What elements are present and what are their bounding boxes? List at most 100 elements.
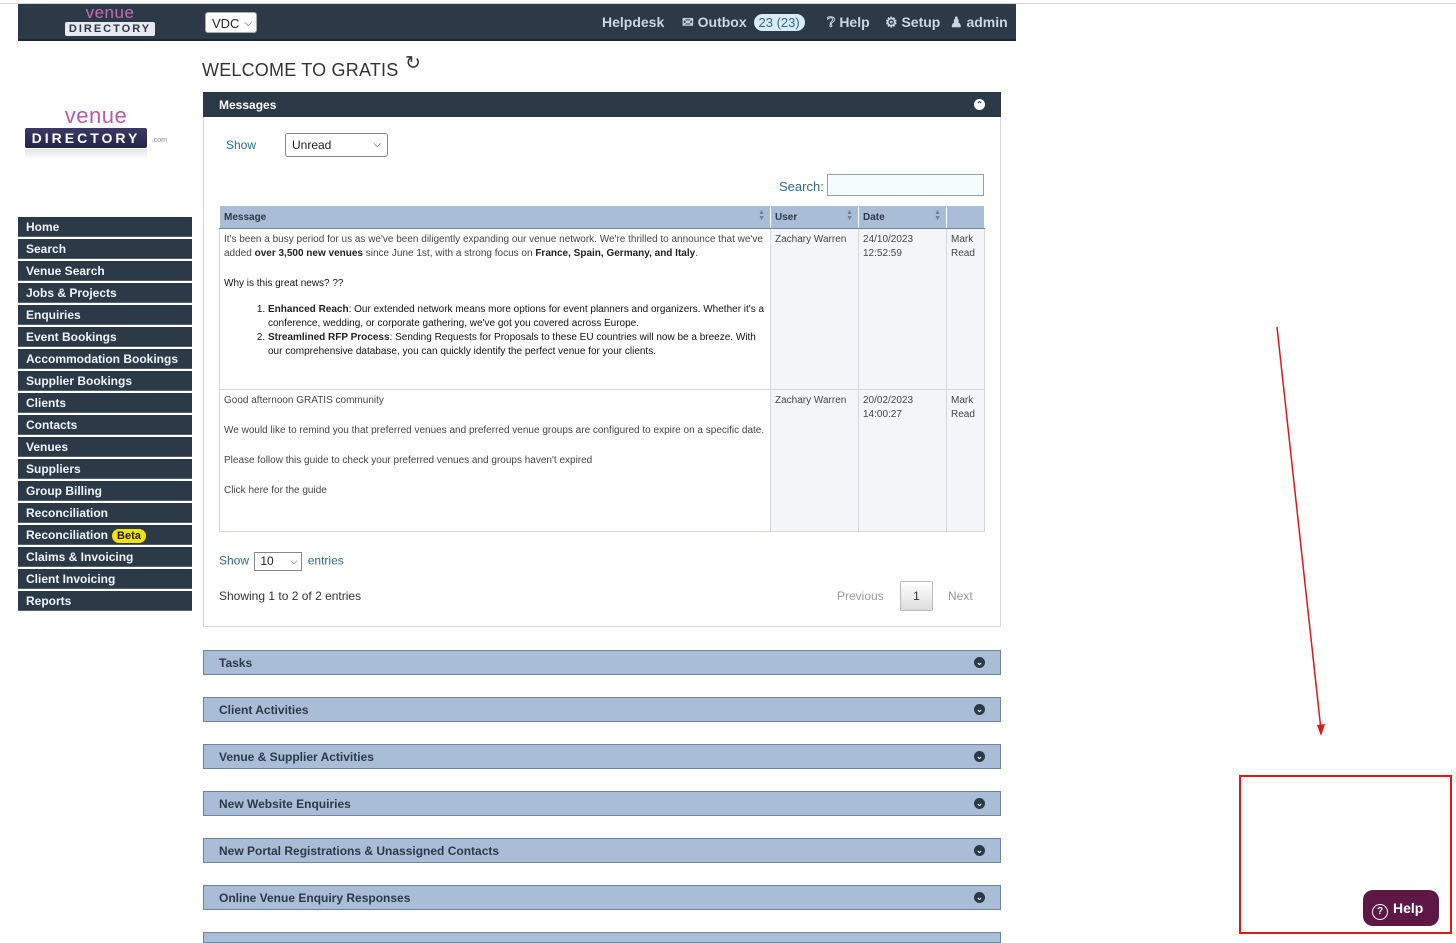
mark-read-link[interactable]: Mark Read (946, 389, 985, 532)
sidebar-item-clients[interactable]: Clients (18, 393, 192, 413)
helpdesk-link[interactable]: Helpdesk (602, 4, 664, 39)
account-select-value: VDC (212, 16, 240, 31)
outbox-count-badge: 23 (23) (753, 14, 805, 31)
list-item-title: Enhanced Reach (268, 304, 349, 315)
site-logo[interactable]: venue DIRECTORY .com (25, 105, 167, 159)
site-logo-reflection (25, 149, 147, 159)
sidebar-item-supplier-bookings[interactable]: Supplier Bookings (18, 371, 192, 391)
account-select[interactable]: VDC ⌵ (205, 12, 257, 33)
column-header-message[interactable]: Message ▲ ▼ (219, 205, 771, 229)
table-search-input[interactable] (827, 174, 984, 196)
sidebar-item-search[interactable]: Search (18, 239, 192, 259)
table-row: It's been a busy period for us as we've … (219, 228, 985, 390)
new-portal-registrations-panel-header[interactable]: New Portal Registrations & Unassigned Co… (203, 838, 1001, 863)
sidebar-item-client-invoicing[interactable]: Client Invoicing (18, 569, 192, 589)
table-search-label: Search: (779, 179, 824, 194)
sidebar-item-label: Accommodation Bookings (26, 352, 179, 366)
messages-panel-title: Messages (219, 98, 277, 112)
column-header-user[interactable]: User ▲ ▼ (770, 205, 859, 229)
brand-logo[interactable]: venue DIRECTORY (62, 3, 158, 38)
sidebar-item-venues[interactable]: Venues (18, 437, 192, 457)
page-length-label: Show (219, 553, 250, 568)
brand-logo-top: venue (85, 3, 135, 22)
partial-panel-header[interactable] (203, 932, 1001, 943)
sidebar-item-reports[interactable]: Reports (18, 591, 192, 611)
sidebar-item-enquiries[interactable]: Enquiries (18, 305, 192, 325)
sidebar-item-reconciliation-beta[interactable]: Reconciliation Beta (18, 525, 192, 545)
new-website-enquiries-panel-header[interactable]: New Website Enquiries ⌄ (203, 791, 1001, 816)
messages-table: Message ▲ ▼ User ▲ ▼ Date ▲ ▼ It's been a busy… (219, 205, 985, 532)
message-text: We would like to remind you that preferr… (224, 425, 765, 436)
sidebar-item-jobs-projects[interactable]: Jobs & Projects (18, 283, 192, 303)
message-list: Enhanced Reach: Our extended network mea… (224, 303, 766, 359)
sidebar-item-event-bookings[interactable]: Event Bookings (18, 327, 192, 347)
setup-link[interactable]: ⚙ Setup (885, 4, 940, 39)
message-time: 14:00:27 (863, 409, 902, 420)
message-emphasis: over 3,500 new venues (254, 248, 363, 259)
message-time: 12:52:59 (863, 248, 902, 259)
sidebar-item-label: Reports (26, 594, 72, 608)
chevron-down-icon[interactable]: ⌄ (974, 892, 985, 903)
envelope-icon: ✉ (682, 14, 694, 30)
help-label: Help (839, 14, 870, 30)
gear-icon: ⚙ (885, 14, 898, 30)
guide-link[interactable]: Click here for the guide (224, 484, 766, 498)
help-link[interactable]: ❔︎ Help (827, 4, 870, 39)
page-length-value: 10 (260, 554, 274, 568)
chevron-down-icon: ⌵ (244, 18, 252, 29)
user-menu[interactable]: ♟ admin (950, 4, 1008, 39)
page-button-1[interactable]: 1 (900, 581, 933, 611)
client-activities-panel-header[interactable]: Client Activities ⌄ (203, 697, 1001, 722)
sidebar-item-label: Reconciliation (26, 506, 109, 520)
mark-read-link[interactable]: Mark Read (946, 228, 985, 390)
sidebar-item-reconciliation[interactable]: Reconciliation (18, 503, 192, 523)
beta-badge: Beta (112, 529, 146, 543)
show-filter-select[interactable]: Unread ⌵ (285, 133, 388, 157)
chevron-down-icon[interactable]: ⌄ (974, 798, 985, 809)
sidebar-item-label: Group Billing (26, 484, 102, 498)
next-button[interactable]: Next (948, 581, 973, 611)
column-header-label: Date (863, 211, 885, 223)
page-length-select[interactable]: 10 ⌵ (254, 552, 303, 571)
user-cell: Zachary Warren (770, 228, 859, 390)
chevron-down-icon[interactable]: ⌄ (974, 751, 985, 762)
chevron-up-icon[interactable]: ⌃ (974, 99, 985, 110)
previous-button[interactable]: Previous (837, 581, 884, 611)
sidebar-item-venue-search[interactable]: Venue Search (18, 261, 192, 281)
site-logo-suffix: .com (151, 137, 167, 144)
chevron-down-icon[interactable]: ⌄ (974, 704, 985, 715)
panel-title: Client Activities (219, 703, 309, 717)
help-widget-button[interactable]: ? Help (1363, 890, 1439, 926)
message-text: since June 1st, with a strong focus on (363, 248, 536, 259)
mark-read-text: Read (951, 248, 975, 259)
sidebar-item-label: Home (26, 220, 60, 234)
column-header-label: User (775, 211, 798, 223)
refresh-icon[interactable]: ↻ (405, 52, 421, 75)
top-navbar: venue DIRECTORY VDC ⌵ Helpdesk ✉ Outbox … (18, 4, 1016, 41)
sidebar-item-label: Search (26, 242, 67, 256)
sidebar-item-label: Claims & Invoicing (26, 550, 134, 564)
online-venue-enquiry-responses-panel-header[interactable]: Online Venue Enquiry Responses ⌄ (203, 885, 1001, 910)
sidebar-item-home[interactable]: Home (18, 217, 192, 237)
brand-logo-bottom: DIRECTORY (65, 22, 155, 36)
chevron-down-icon[interactable]: ⌄ (974, 845, 985, 856)
sidebar-item-accommodation-bookings[interactable]: Accommodation Bookings (18, 349, 192, 369)
sidebar-item-label: Suppliers (26, 462, 81, 476)
sidebar-item-group-billing[interactable]: Group Billing (18, 481, 192, 501)
message-cell: It's been a busy period for us as we've … (219, 228, 771, 390)
mark-read-text: Read (951, 409, 975, 420)
panel-title: Online Venue Enquiry Responses (219, 891, 411, 905)
venue-supplier-activities-panel-header[interactable]: Venue & Supplier Activities ⌄ (203, 744, 1001, 769)
sidebar-item-claims-invoicing[interactable]: Claims & Invoicing (18, 547, 192, 567)
tasks-panel-header[interactable]: Tasks ⌄ (203, 650, 1001, 675)
outbox-link[interactable]: ✉ Outbox 23 (23) (682, 4, 805, 39)
sidebar: Home Search Venue Search Jobs & Projects… (18, 217, 192, 613)
message-text: . (695, 248, 698, 259)
messages-panel-header[interactable]: Messages ⌃ (203, 92, 1001, 117)
sidebar-item-suppliers[interactable]: Suppliers (18, 459, 192, 479)
column-header-date[interactable]: Date ▲ ▼ (858, 205, 947, 229)
sidebar-item-label: Venue Search (26, 264, 105, 278)
chevron-down-icon: ⌵ (373, 139, 381, 150)
sidebar-item-contacts[interactable]: Contacts (18, 415, 192, 435)
chevron-down-icon[interactable]: ⌄ (974, 657, 985, 668)
